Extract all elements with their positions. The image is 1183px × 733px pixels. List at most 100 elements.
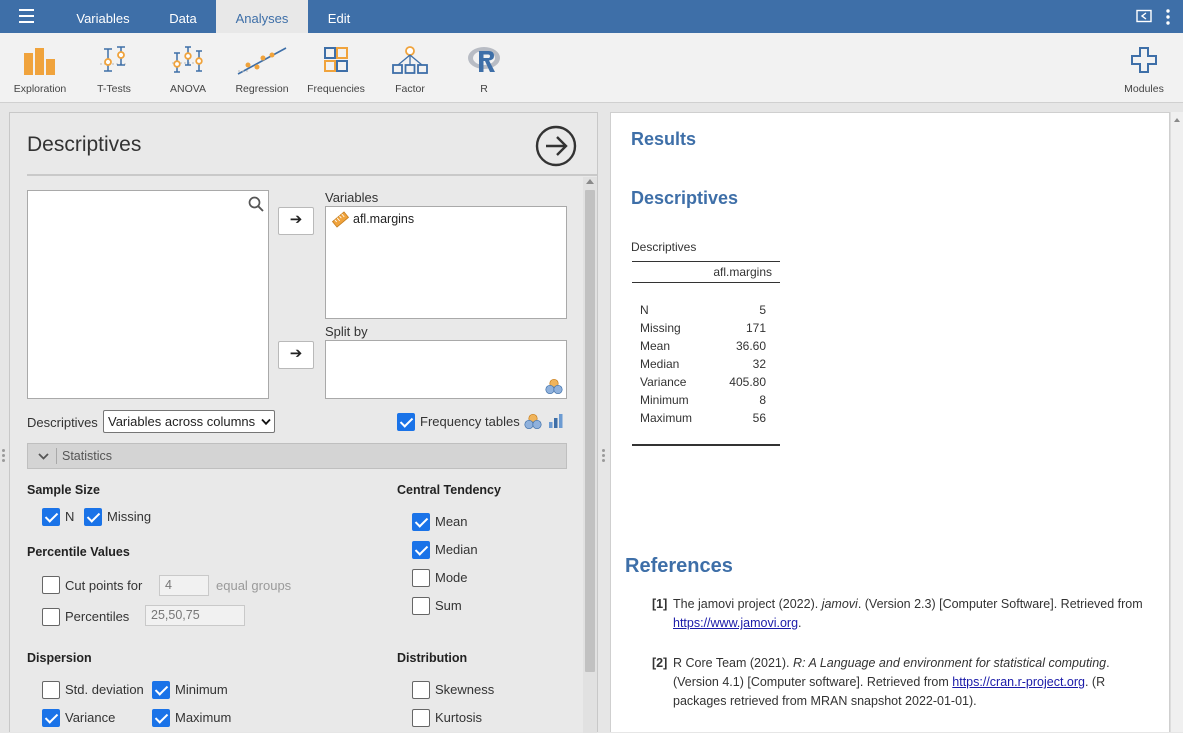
frequency-tables-checkbox[interactable] bbox=[397, 413, 415, 431]
variables-target-list[interactable]: afl.margins bbox=[325, 206, 567, 319]
table-row: Minimum 8 bbox=[632, 391, 780, 409]
median-label: Median bbox=[435, 542, 478, 557]
skewness-label: Skewness bbox=[435, 682, 495, 697]
percentiles-label: Percentiles bbox=[65, 609, 130, 624]
modules-label: Modules bbox=[1124, 83, 1164, 95]
options-scrollbar[interactable] bbox=[583, 177, 597, 733]
row-label: Missing bbox=[640, 320, 681, 335]
tab-data[interactable]: Data bbox=[150, 0, 216, 33]
chevron-down-icon bbox=[38, 453, 49, 460]
central-tendency-title: Central Tendency bbox=[397, 483, 501, 497]
options-divider bbox=[27, 174, 597, 176]
std-deviation-checkbox[interactable] bbox=[42, 681, 60, 699]
analysis-options-panel: Descriptives ➔ ➔ Variables afl.margins S… bbox=[9, 112, 598, 733]
results-scrollbar[interactable] bbox=[1170, 112, 1183, 732]
chevron-down-icon bbox=[261, 418, 271, 426]
table-row: Variance 405.80 bbox=[632, 373, 780, 391]
t-tests-button[interactable]: T-Tests bbox=[77, 41, 151, 97]
layout-select[interactable]: Variables across columns bbox=[103, 410, 275, 433]
left-resize-handle[interactable] bbox=[2, 449, 6, 463]
anova-label: ANOVA bbox=[170, 83, 206, 95]
maximum-checkbox[interactable] bbox=[152, 709, 170, 727]
t-tests-label: T-Tests bbox=[97, 83, 131, 95]
reference-italic: R: A Language and environment for statis… bbox=[792, 656, 1107, 670]
reference-item-1: [1] The jamovi project (2022). jamovi. (… bbox=[652, 595, 1162, 635]
statistics-section-header[interactable]: Statistics bbox=[27, 443, 567, 469]
r-label: R bbox=[480, 83, 488, 95]
move-to-split-by-button[interactable]: ➔ bbox=[278, 341, 314, 369]
row-value: 32 bbox=[752, 356, 766, 371]
bar-chart-icon bbox=[549, 414, 563, 428]
more-options-icon[interactable] bbox=[1163, 8, 1173, 26]
options-title: Descriptives bbox=[27, 133, 142, 156]
regression-icon bbox=[237, 47, 287, 75]
scroll-up-arrow-icon[interactable] bbox=[1174, 118, 1180, 122]
row-label: Mean bbox=[640, 338, 671, 353]
modules-button[interactable]: Modules bbox=[1107, 41, 1181, 97]
factor-label: Factor bbox=[395, 83, 425, 95]
r-button[interactable]: R bbox=[447, 41, 521, 97]
frequencies-grid-icon bbox=[324, 47, 348, 72]
reference-text: The jamovi project (2022). bbox=[673, 597, 822, 611]
available-variables-list[interactable] bbox=[27, 190, 269, 399]
statistics-section-title: Statistics bbox=[62, 449, 113, 463]
hamburger-menu-icon[interactable] bbox=[13, 9, 41, 27]
jamovi-link[interactable]: https://www.jamovi.org bbox=[673, 616, 798, 630]
analyses-ribbon: Exploration T-Tests ANOVA Regression Fre… bbox=[0, 33, 1183, 103]
equal-groups-label: equal groups bbox=[216, 578, 292, 593]
results-title: Results bbox=[631, 129, 697, 149]
mean-label: Mean bbox=[435, 514, 468, 529]
toggle-panel-icon[interactable] bbox=[1136, 8, 1152, 24]
median-checkbox[interactable] bbox=[412, 541, 430, 559]
missing-checkbox[interactable] bbox=[84, 508, 102, 526]
percentiles-checkbox[interactable] bbox=[42, 608, 60, 626]
reference-number: [1] bbox=[652, 597, 668, 611]
cran-link[interactable]: https://cran.r-project.org bbox=[952, 675, 1085, 689]
bar-chart-icon bbox=[24, 48, 55, 75]
results-panel: Results Descriptives Descriptives afl.ma… bbox=[610, 112, 1170, 732]
variance-label: Variance bbox=[65, 710, 116, 725]
frequencies-button[interactable]: Frequencies bbox=[299, 41, 373, 97]
percentiles-input[interactable]: 25,50,75 bbox=[145, 605, 245, 626]
percentile-values-title: Percentile Values bbox=[27, 545, 130, 559]
exploration-button[interactable]: Exploration bbox=[3, 41, 77, 97]
top-menu-bar: Variables Data Analyses Edit bbox=[0, 0, 1183, 33]
split-by-label: Split by bbox=[325, 324, 368, 339]
column-header: afl.margins bbox=[713, 265, 772, 279]
move-to-variables-button[interactable]: ➔ bbox=[278, 207, 314, 235]
row-value: 36.60 bbox=[735, 338, 766, 353]
frequency-tables-label: Frequency tables bbox=[420, 414, 520, 429]
row-label: Variance bbox=[640, 374, 687, 389]
split-by-target-list[interactable] bbox=[325, 340, 567, 399]
reference-text: packages retrieved from MRAN snapshot 20… bbox=[673, 694, 977, 708]
options-scroll-thumb[interactable] bbox=[585, 190, 595, 672]
arrow-right-circle-icon[interactable] bbox=[535, 125, 577, 167]
cut-points-checkbox[interactable] bbox=[42, 576, 60, 594]
table-row: N 5 bbox=[632, 301, 780, 319]
row-value: 56 bbox=[752, 410, 766, 425]
dispersion-title: Dispersion bbox=[27, 651, 92, 665]
tab-edit[interactable]: Edit bbox=[312, 0, 366, 33]
mean-checkbox[interactable] bbox=[412, 513, 430, 531]
row-label: Maximum bbox=[640, 410, 693, 425]
tab-variables[interactable]: Variables bbox=[62, 0, 144, 33]
regression-button[interactable]: Regression bbox=[225, 41, 299, 97]
descriptives-layout-label: Descriptives bbox=[27, 415, 98, 430]
search-icon[interactable] bbox=[248, 196, 264, 212]
tab-analyses[interactable]: Analyses bbox=[216, 0, 308, 33]
mode-checkbox[interactable] bbox=[412, 569, 430, 587]
panel-resize-handle[interactable] bbox=[602, 449, 606, 463]
kurtosis-checkbox[interactable] bbox=[412, 709, 430, 727]
sum-checkbox[interactable] bbox=[412, 597, 430, 615]
scroll-up-arrow-icon[interactable] bbox=[586, 179, 594, 184]
t-test-icon bbox=[100, 46, 128, 72]
anova-button[interactable]: ANOVA bbox=[151, 41, 225, 97]
variables-label: Variables bbox=[325, 190, 379, 205]
variance-checkbox[interactable] bbox=[42, 709, 60, 727]
minimum-checkbox[interactable] bbox=[152, 681, 170, 699]
section-divider bbox=[56, 448, 57, 464]
n-checkbox[interactable] bbox=[42, 508, 60, 526]
cut-points-input[interactable]: 4 bbox=[159, 575, 209, 596]
factor-button[interactable]: Factor bbox=[373, 41, 447, 97]
skewness-checkbox[interactable] bbox=[412, 681, 430, 699]
